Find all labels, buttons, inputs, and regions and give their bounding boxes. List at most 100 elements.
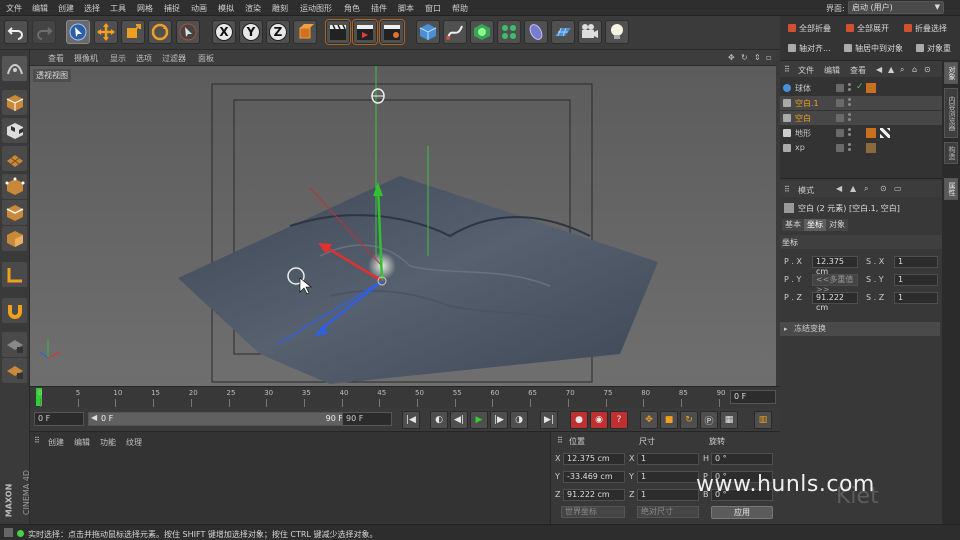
render-visibility-dot[interactable] [848,88,851,91]
om-menu-view[interactable]: 查看 [850,65,866,76]
keyframe-selection-button[interactable]: ? [610,411,628,429]
material-menu-texture[interactable]: 纹理 [126,437,142,448]
add-light-button[interactable] [605,20,629,44]
tab-basic[interactable]: 基本 [782,219,804,231]
align-axis-button[interactable]: 轴对齐... [788,41,831,55]
preview-range-slider[interactable]: ◀ 0 F 90 F ▶ [88,412,358,426]
next-frame-button[interactable]: |▶ [490,411,508,429]
object-row[interactable]: 地形 [780,126,942,140]
material-menu-edit[interactable]: 编辑 [74,437,90,448]
layer-flag-icon[interactable] [836,114,844,122]
viewport-move-icon[interactable]: ✥ [728,53,735,62]
z-axis-lock-button[interactable]: Z [266,20,290,44]
render-view-button[interactable] [325,19,351,45]
object-row[interactable]: 空白.1 [780,96,942,110]
add-environment-button[interactable] [551,20,575,44]
viewport-rotate-icon[interactable]: ↻ [741,53,748,62]
am-menu-mode[interactable]: 模式 [798,185,814,196]
play-button[interactable]: ▶ [470,411,488,429]
render-visibility-dot[interactable] [848,118,851,121]
autokey-button[interactable]: ◉ [590,411,608,429]
locked-workplane-button[interactable] [2,358,27,383]
coord-size-z-field[interactable]: 1 [637,489,699,501]
om-up-icon[interactable]: ▲ [888,65,894,74]
am-s-y-field[interactable]: 1 [894,274,938,286]
object-button[interactable]: 对象重 [916,41,951,55]
render-visibility-dot[interactable] [848,103,851,106]
viewport-menu-camera[interactable]: 摄像机 [74,53,98,64]
render-to-picture-viewer-button[interactable] [352,19,378,45]
object-row[interactable]: 球体 ✓ [780,81,942,95]
end-frame-field[interactable]: 90 F [342,412,392,426]
layer-flag-icon[interactable] [836,144,844,152]
collapse-selected-button[interactable]: 折叠选择 [904,21,947,35]
menu-sculpt[interactable]: 雕刻 [272,3,288,14]
go-to-end-button[interactable]: ▶| [540,411,558,429]
layout-select[interactable]: 启动 (用户) ▼ [848,1,944,14]
key-rotation-button[interactable]: ↻ [680,411,698,429]
snapping-button[interactable] [2,298,27,323]
tab-coord[interactable]: 坐标 [804,219,826,231]
am-p-y-field[interactable]: <<多重值>> [812,274,858,294]
editor-visibility-dot[interactable] [848,83,851,86]
coord-pos-z-field[interactable]: 91.222 cm [563,489,625,501]
points-mode-button[interactable] [2,174,27,199]
scale-tool-button[interactable] [121,20,145,44]
undo-button[interactable] [4,20,28,44]
previous-frame-button[interactable]: ◀| [450,411,468,429]
add-deformer-button[interactable] [524,20,548,44]
menu-mesh[interactable]: 网格 [137,3,153,14]
viewport-menu-options[interactable]: 选项 [136,53,152,64]
last-tool-button[interactable] [176,20,200,44]
tab-object[interactable]: 对象 [826,219,848,231]
render-visibility-dot[interactable] [848,133,851,136]
editor-visibility-dot[interactable] [848,128,851,131]
viewport-maximize-icon[interactable]: ▫ [766,53,771,62]
polygons-mode-button[interactable] [2,226,27,251]
record-keys-button[interactable]: ● [570,411,588,429]
om-menu-file[interactable]: 文件 [798,65,814,76]
layer-flag-icon[interactable] [836,84,844,92]
rotate-tool-button[interactable] [148,20,172,44]
menu-animate[interactable]: 动画 [191,3,207,14]
add-cube-button[interactable] [416,20,440,44]
new-window-icon[interactable]: ▭ [894,184,902,193]
make-editable-button[interactable] [2,56,27,81]
key-position-button[interactable]: ✥ [640,411,658,429]
back-arrow-icon[interactable]: ◀ [836,184,842,193]
collapse-all-button[interactable]: 全部折叠 [788,21,831,35]
edges-mode-button[interactable] [2,200,27,225]
coord-pos-y-field[interactable]: -33.469 cm [563,471,625,483]
enable-axis-button[interactable] [2,262,27,287]
am-s-z-field[interactable]: 1 [894,292,938,304]
viewport-menu-filter[interactable]: 过滤器 [162,53,186,64]
coord-rot-h-field[interactable]: 0 ° [711,453,773,465]
menu-select[interactable]: 选择 [84,3,100,14]
menu-tools[interactable]: 工具 [110,3,126,14]
key-scale-button[interactable]: ■ [660,411,678,429]
menu-edit[interactable]: 编辑 [32,3,48,14]
layer-flag-icon[interactable] [836,99,844,107]
editor-visibility-dot[interactable] [848,98,851,101]
add-mograph-button[interactable] [497,20,521,44]
x-axis-lock-button[interactable]: X [212,20,236,44]
material-menu-function[interactable]: 功能 [100,437,116,448]
menu-render[interactable]: 渲染 [245,3,261,14]
center-axis-button[interactable]: 轴居中到对象 [844,41,903,55]
render-settings-button[interactable] [379,19,405,45]
menu-script[interactable]: 脚本 [398,3,414,14]
viewport-3d[interactable]: 透视视图 [30,66,776,386]
model-mode-button[interactable] [2,90,27,115]
coord-pos-x-field[interactable]: 12.375 cm [563,453,625,465]
freeze-transform-group[interactable]: ▸ 冻结变换 [780,322,940,336]
am-p-x-field[interactable]: 12.375 cm [812,256,858,276]
om-arrow-icon[interactable]: ◀ [876,65,882,74]
move-tool-button[interactable] [94,20,118,44]
menu-simulate[interactable]: 模拟 [218,3,234,14]
material-tag-icon[interactable] [866,128,876,138]
expand-all-button[interactable]: 全部展开 [846,21,889,35]
render-visibility-dot[interactable] [848,148,851,151]
material-menu-create[interactable]: 创建 [48,437,64,448]
current-frame-field[interactable]: 0 F [730,390,776,404]
y-axis-lock-button[interactable]: Y [239,20,263,44]
